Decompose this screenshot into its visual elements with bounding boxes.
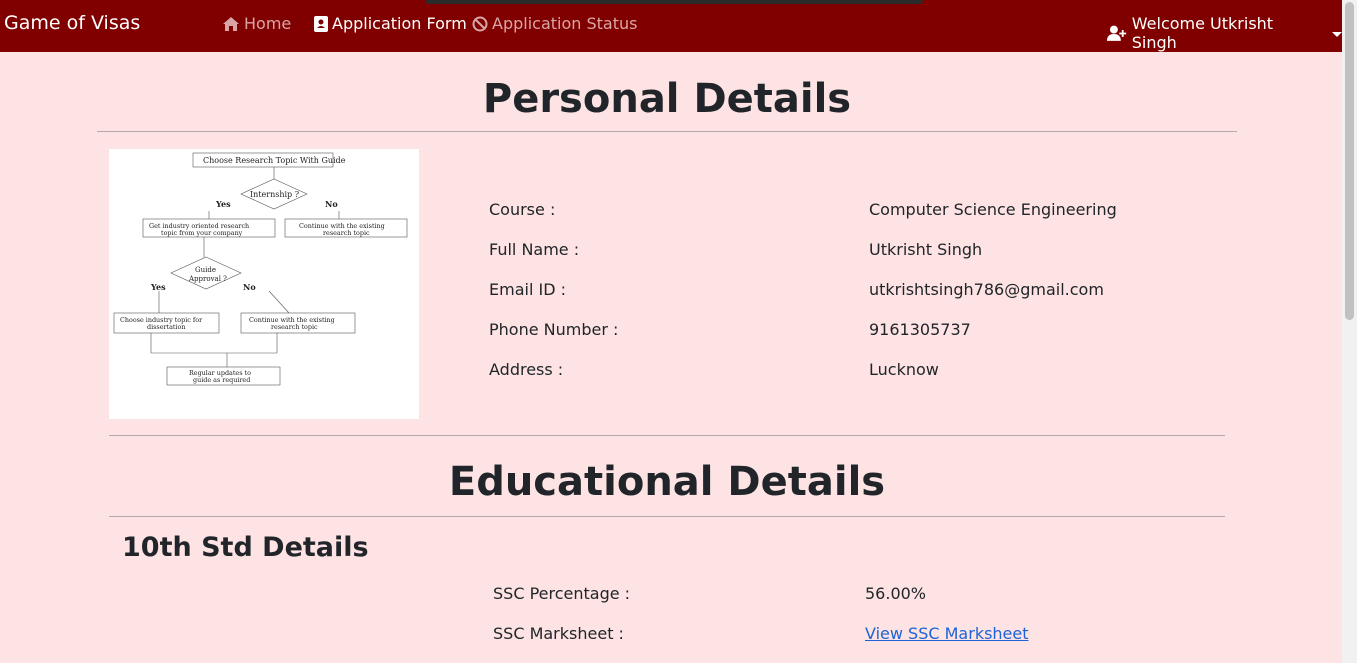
flowchart-yes-1: Yes <box>215 199 231 209</box>
personal-details-heading: Personal Details <box>482 76 852 122</box>
ssc-percentage-value: 56.00% <box>865 584 927 603</box>
flowchart-no-2: No <box>243 282 256 292</box>
user-menu-dropdown[interactable]: Welcome Utkrisht Singh <box>1107 14 1342 52</box>
phone-value: 9161305737 <box>869 320 971 339</box>
nav-home-label: Home <box>244 14 292 33</box>
ban-icon <box>472 16 488 31</box>
email-value: utkrishtsingh786@gmail.com <box>869 280 1104 299</box>
flowchart-decision-1: Internship ? <box>250 190 299 199</box>
full-name-value: Utkrisht Singh <box>869 240 983 259</box>
nav-application-form-label: Application Form <box>332 14 467 33</box>
course-value: Computer Science Engineering <box>869 200 1117 219</box>
view-ssc-marksheet-link[interactable]: View SSC Marksheet <box>865 624 1029 643</box>
flowchart-final-b: guide as required <box>193 376 250 384</box>
flowchart-decision-2-line1: Guide <box>195 266 216 274</box>
navbar: Game of Visas Home Application Form Appl… <box>0 0 1342 52</box>
divider <box>109 435 1225 436</box>
ssc-marksheet-label: SSC Marksheet : <box>493 624 624 643</box>
nav-home[interactable]: Home <box>222 14 291 33</box>
brand-logo[interactable]: Game of Visas <box>4 12 140 34</box>
address-value: Lucknow <box>869 360 939 379</box>
nav-application-status[interactable]: Application Status <box>472 14 637 33</box>
user-menu-label: Welcome Utkrisht Singh <box>1131 14 1274 52</box>
flowchart-yes-2: Yes <box>150 282 166 292</box>
divider <box>97 131 1237 132</box>
educational-details-heading: Educational Details <box>448 459 886 505</box>
full-name-label: Full Name : <box>489 240 580 259</box>
user-plus-icon <box>1107 25 1127 41</box>
flowchart-box-right-1b: research topic <box>323 229 370 237</box>
scrollbar-thumb[interactable] <box>1345 2 1354 320</box>
chevron-down-icon <box>1332 31 1342 37</box>
nav-application-form[interactable]: Application Form <box>314 14 467 33</box>
flowchart-decision-2-line2: Approval ? <box>188 275 227 283</box>
tenth-std-heading: 10th Std Details <box>122 532 369 563</box>
flowchart-box-left-1b: topic from your company <box>161 229 243 237</box>
home-icon <box>223 16 239 31</box>
nav-application-status-label: Application Status <box>492 14 638 33</box>
divider <box>109 516 1225 517</box>
ssc-percentage-label: SSC Percentage : <box>493 584 631 603</box>
applicant-photo: Choose Research Topic With Guide Interns… <box>109 149 419 419</box>
flowchart-title: Choose Research Topic With Guide <box>203 156 346 165</box>
email-label: Email ID : <box>489 280 566 299</box>
phone-label: Phone Number : <box>489 320 619 339</box>
flowchart-no-1: No <box>325 199 338 209</box>
flowchart-box-right-2b: research topic <box>271 323 318 331</box>
flowchart-box-left-2b: dissertation <box>147 323 185 331</box>
page-scrollbar[interactable] <box>1342 0 1357 663</box>
address-label: Address : <box>489 360 564 379</box>
window-top-sliver <box>425 0 923 4</box>
flowchart-image: Choose Research Topic With Guide Interns… <box>113 152 408 386</box>
id-card-icon <box>314 15 328 32</box>
course-label: Course : <box>489 200 556 219</box>
